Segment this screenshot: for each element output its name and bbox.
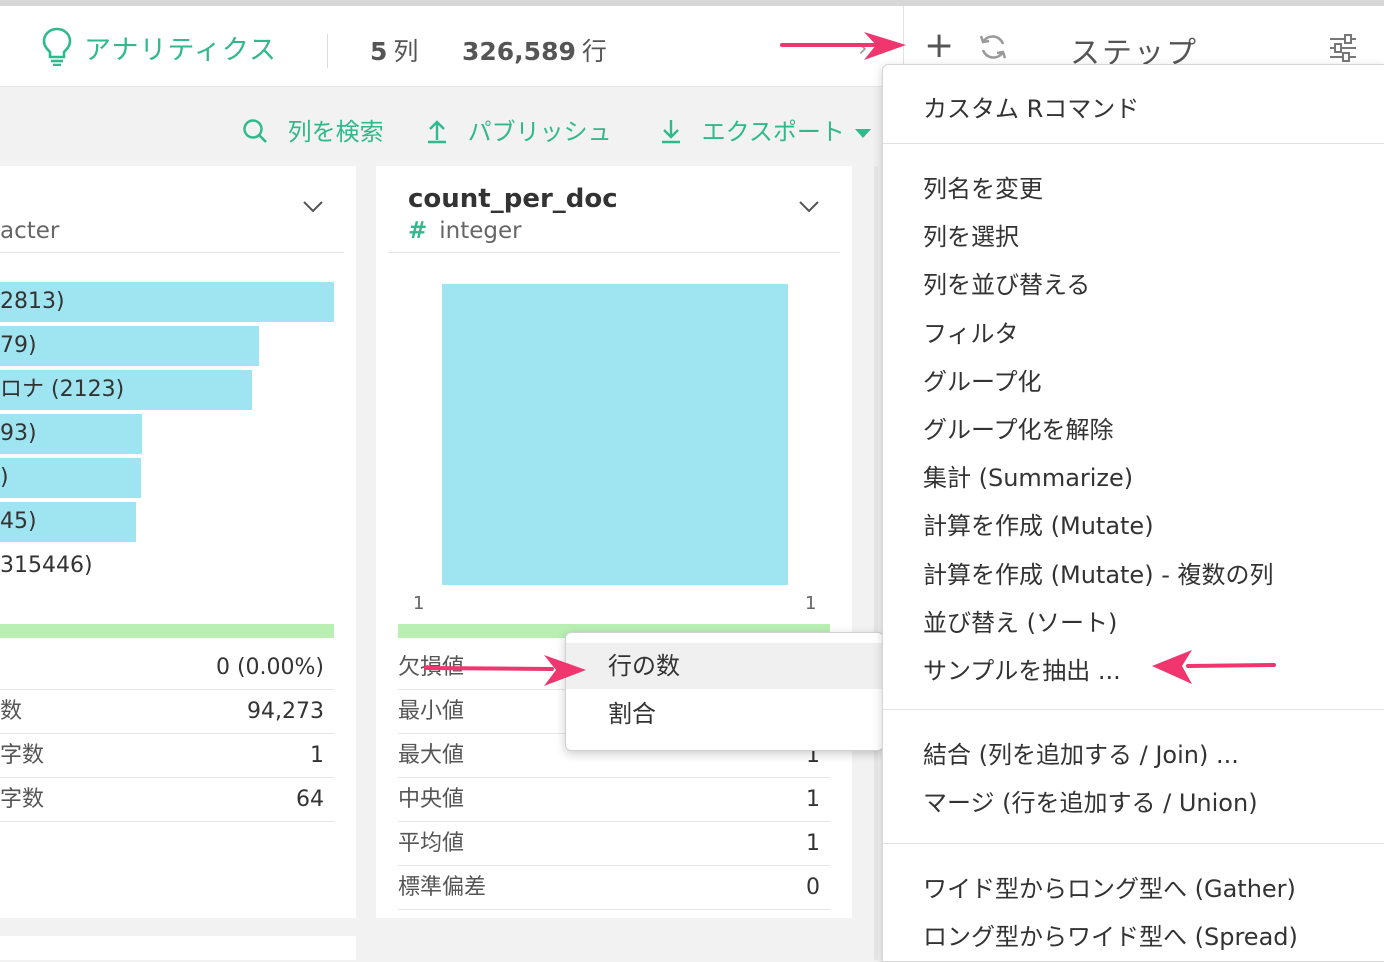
card-divider xyxy=(388,252,840,253)
menu-item-step[interactable]: 列を選択 xyxy=(923,217,1019,252)
panel-scrollbar[interactable] xyxy=(874,166,878,960)
chevron-down-icon[interactable] xyxy=(302,200,324,214)
stat-row: 標準偏差 0 xyxy=(398,866,830,910)
menu-divider xyxy=(883,709,1384,710)
value-bar-label: ) xyxy=(0,465,9,490)
column-type-label: acter xyxy=(0,218,60,244)
popup-item-ratio[interactable]: 割合 xyxy=(566,691,883,737)
analytics-header: アナリティクス 5列 326,589 行 › xyxy=(0,6,903,87)
histogram-axis-min: 1 xyxy=(413,593,425,614)
value-bar-label: 79) xyxy=(0,333,37,358)
value-bar[interactable] xyxy=(0,326,259,366)
refresh-icon[interactable] xyxy=(978,32,1008,62)
missing-value-display-popup: 行の数 割合 xyxy=(565,632,884,751)
publish-button[interactable]: パブリッシュ xyxy=(426,112,612,152)
export-button[interactable]: エクスポート xyxy=(660,112,871,152)
add-step-icon[interactable]: + xyxy=(924,28,954,64)
menu-item-step[interactable]: サンプルを抽出 ... xyxy=(923,651,1121,686)
menu-item-step[interactable]: マージ (行を追加する / Union) xyxy=(923,783,1258,818)
row-count-value: 326,589 xyxy=(462,37,576,66)
stat-label: 平均値 xyxy=(398,831,465,856)
stat-value: 1 xyxy=(806,831,820,856)
search-icon xyxy=(242,118,276,146)
menu-item-step[interactable]: グループ化を解除 xyxy=(923,410,1114,445)
value-bar[interactable] xyxy=(0,458,141,498)
menu-item-step[interactable]: 結合 (列を追加する / Join) ... xyxy=(923,735,1239,770)
stat-label: 最小値 xyxy=(398,699,465,724)
export-label: エクスポート xyxy=(701,118,845,146)
row-count: 326,589 行 xyxy=(462,32,607,68)
header-divider xyxy=(327,34,328,68)
popup-item-row-count[interactable]: 行の数 xyxy=(566,643,883,689)
column-count-value: 5 xyxy=(370,37,388,66)
download-icon xyxy=(660,118,690,146)
menu-divider xyxy=(883,843,1384,844)
value-bar-label: 45) xyxy=(0,509,37,534)
search-columns-button[interactable]: 列を検索 xyxy=(242,112,384,152)
stat-row: 平均値 1 xyxy=(398,822,830,866)
stat-label: 数 xyxy=(0,699,23,724)
menu-item-step[interactable]: ワイド型からロング型へ (Gather) xyxy=(923,869,1296,904)
menu-item-step[interactable]: 並び替え (ソート) xyxy=(923,603,1117,638)
integer-type-icon: # xyxy=(408,218,428,244)
menu-item-step[interactable]: 計算を作成 (Mutate) xyxy=(923,506,1154,541)
popup-item-label: 行の数 xyxy=(608,652,680,680)
search-columns-label: 列を検索 xyxy=(287,118,384,146)
stat-row: 中央値 1 xyxy=(398,778,830,822)
stat-value: 94,273 xyxy=(247,699,324,724)
column-count: 5列 xyxy=(370,32,418,68)
other-values-label: 315446) xyxy=(0,553,93,578)
stat-row: 字数 1 xyxy=(0,734,334,778)
upload-icon xyxy=(426,118,456,146)
column-type-label: integer xyxy=(439,218,522,244)
stat-label: 中央値 xyxy=(398,787,465,812)
column-name[interactable]: count_per_doc xyxy=(408,184,618,214)
value-bar-label: 93) xyxy=(0,421,37,446)
publish-label: パブリッシュ xyxy=(467,118,612,146)
stat-value: 1 xyxy=(806,787,820,812)
stat-value: 1 xyxy=(310,743,324,768)
stat-value: 0 xyxy=(806,875,820,900)
annotation-arrow-icon xyxy=(780,32,906,60)
stat-label: 標準偏差 xyxy=(398,875,487,900)
caret-down-icon xyxy=(854,128,871,138)
stat-row: 字数 64 xyxy=(0,778,334,822)
completeness-bar xyxy=(0,624,334,638)
popup-item-label: 割合 xyxy=(608,700,656,728)
menu-item-step[interactable]: 列名を変更 xyxy=(923,169,1043,204)
value-bar-label: 2813) xyxy=(0,289,65,314)
analytics-tab-label[interactable]: アナリティクス xyxy=(84,28,277,67)
stat-row: 0 (0.00%) xyxy=(0,646,334,690)
next-column-card xyxy=(0,936,356,960)
value-bar-label: ロナ (2123) xyxy=(0,377,125,402)
lightbulb-icon xyxy=(42,27,72,66)
column-summary-card-left: acter 2813) 79) ロナ (2123) 93)) 45) 315446) 0… xyxy=(0,166,356,918)
stat-label: 字数 xyxy=(0,787,45,812)
histogram-bar[interactable] xyxy=(442,284,788,585)
stat-row: 数 94,273 xyxy=(0,690,334,734)
menu-item-step[interactable]: フィルタ xyxy=(923,314,1019,349)
row-count-unit: 行 xyxy=(581,37,607,66)
card-divider xyxy=(0,252,344,253)
menu-item-step[interactable]: グループ化 xyxy=(923,362,1042,397)
menu-item-step[interactable]: ロング型からワイド型へ (Spread) xyxy=(923,917,1298,952)
stat-value: 64 xyxy=(296,787,324,812)
stat-label: 最大値 xyxy=(398,743,465,768)
menu-divider xyxy=(883,143,1384,144)
annotation-arrow-icon xyxy=(424,655,586,686)
stat-label: 字数 xyxy=(0,743,45,768)
settings-sliders-icon[interactable] xyxy=(1328,34,1358,62)
column-type: # integer xyxy=(408,218,522,244)
menu-item-step[interactable]: 計算を作成 (Mutate) - 複数の列 xyxy=(923,555,1273,590)
menu-item-custom-r-command[interactable]: カスタム Rコマンド xyxy=(923,89,1139,124)
column-count-unit: 列 xyxy=(393,37,419,66)
add-step-menu: カスタム Rコマンド 列名を変更列を選択列を並び替える フィルタグループ化グループ化… xyxy=(882,64,1384,962)
stat-value: 0 (0.00%) xyxy=(215,655,324,680)
menu-item-step[interactable]: 列を並び替える xyxy=(923,265,1090,300)
column-summary-card-count-per-doc: count_per_doc # integer 1 1 欠損値 最小値 最大値 1 中央値… xyxy=(376,166,852,918)
chevron-down-icon[interactable] xyxy=(798,200,820,214)
menu-item-step[interactable]: 集計 (Summarize) xyxy=(923,458,1133,493)
histogram-axis-max: 1 xyxy=(805,593,817,614)
annotation-arrow-icon xyxy=(1152,650,1276,684)
